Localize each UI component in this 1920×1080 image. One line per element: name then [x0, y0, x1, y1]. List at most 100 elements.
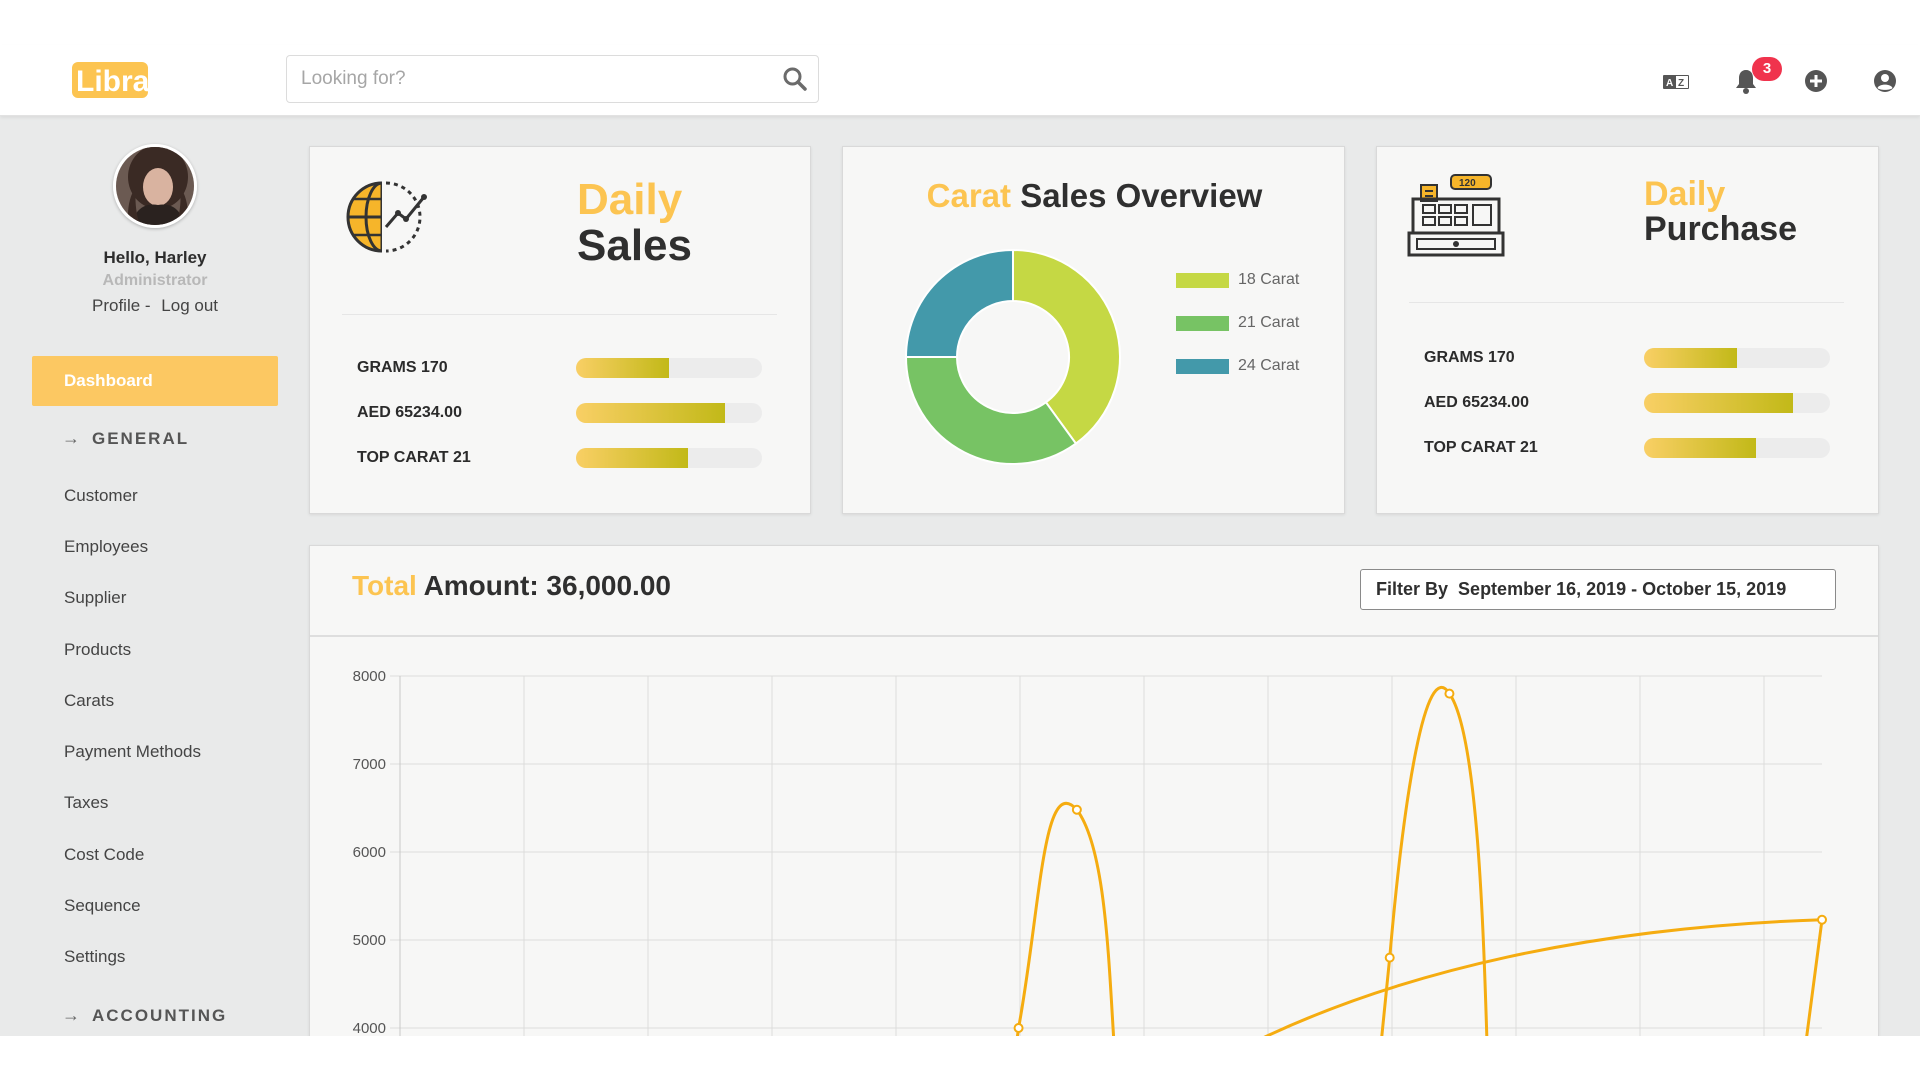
data-point[interactable] [1444, 688, 1455, 699]
purchase-aed-bar-fill [1644, 393, 1793, 413]
date-filter-button[interactable]: Filter By September 16, 2019 - October 1… [1360, 569, 1836, 610]
section-general[interactable]: → GENERAL [62, 428, 189, 449]
total-amount-title: Total Amount: 36,000.00 [352, 570, 671, 602]
search-input[interactable] [301, 56, 771, 102]
user-role: Administrator [102, 272, 208, 289]
sales-aed-bar-fill [576, 403, 725, 423]
carat-overview-card: Carat Sales Overview 18 Carat 21 Carat 2… [842, 146, 1345, 514]
daily-sales-title-highlight: Daily [577, 175, 683, 224]
cash-register-icon: 120 [1407, 174, 1505, 257]
purchase-top-carat-label: TOP CARAT 21 [1424, 439, 1538, 456]
sales-grams-label: GRAMS 170 [357, 359, 448, 376]
svg-text:Z: Z [1678, 78, 1684, 89]
carat-overview-title-rest: Sales Overview [1020, 177, 1263, 214]
purchase-grams-bar-fill [1644, 348, 1737, 368]
y-tick-label: 4000 [353, 1020, 386, 1037]
plus-circle-icon[interactable] [1802, 67, 1830, 95]
sales-aed-bar [576, 403, 762, 423]
total-title-rest: Amount: 36,000.00 [423, 570, 671, 601]
data-point[interactable] [1071, 804, 1082, 815]
data-point[interactable] [1013, 1023, 1024, 1033]
daily-sales-title-rest: Sales [577, 221, 692, 270]
purchase-grams-label: GRAMS 170 [1424, 349, 1515, 366]
total-title-highlight: Total [352, 570, 417, 601]
purchase-grams-bar [1644, 348, 1830, 368]
greeting: Hello, Harley [103, 248, 207, 267]
svg-text:120: 120 [1459, 178, 1476, 189]
sidebar-item-dashboard[interactable]: Dashboard [32, 356, 278, 406]
total-amount-series-line [1379, 685, 1489, 1044]
donut-slice-21-carat[interactable] [904, 356, 1078, 465]
app-root: Libra A Z 3 [0, 0, 1920, 1080]
daily-purchase-title-highlight: Daily [1644, 175, 1726, 213]
sidebar-item-employees[interactable]: Employees [64, 537, 148, 557]
y-tick-label: 5000 [353, 932, 386, 949]
logout-link[interactable]: Log out [161, 296, 218, 315]
sales-top-carat-label: TOP CARAT 21 [357, 449, 471, 466]
total-amount-card: Total Amount: 36,000.00 Filter By Septem… [309, 545, 1879, 1045]
bottom-margin [0, 1036, 1920, 1080]
daily-purchase-title: Daily Purchase [1644, 177, 1797, 247]
purchase-aed-bar [1644, 393, 1830, 413]
y-tick-label: 6000 [353, 844, 386, 861]
global-sales-icon [346, 181, 427, 253]
total-amount-series-line [1014, 801, 1116, 1044]
legend-label-18: 18 Carat [1238, 271, 1300, 288]
avatar-image [116, 147, 194, 225]
purchase-top-carat-bar [1644, 438, 1830, 458]
search-icon[interactable] [782, 66, 808, 92]
sidebar-item-carats[interactable]: Carats [64, 691, 114, 711]
user-circle-icon[interactable] [1871, 67, 1899, 95]
card-divider [342, 314, 777, 315]
sales-grams-bar [576, 358, 762, 378]
daily-purchase-card: 120 Daily Purchase GRAMS 170 AED 65234.0… [1376, 146, 1879, 514]
sales-grams-bar-fill [576, 358, 669, 378]
avatar[interactable] [113, 144, 197, 228]
daily-sales-card: Daily Sales GRAMS 170 AED 65234.00 TOP C… [309, 146, 811, 514]
legend-swatch-21 [1176, 316, 1229, 331]
legend-label-21: 21 Carat [1238, 314, 1300, 331]
section-accounting-label: ACCOUNTING [92, 1006, 228, 1025]
sales-top-carat-bar [576, 448, 762, 468]
legend-swatch-18 [1176, 273, 1229, 288]
daily-sales-title: Daily Sales [577, 177, 692, 269]
sidebar-item-settings[interactable]: Settings [64, 947, 125, 967]
carat-overview-title-highlight: Carat [926, 177, 1012, 214]
filter-range: September 16, 2019 - October 15, 2019 [1458, 579, 1787, 599]
arrow-right-icon: → [62, 1005, 82, 1025]
data-point[interactable] [1384, 952, 1395, 963]
sidebar-item-sequence[interactable]: Sequence [64, 896, 141, 916]
daily-purchase-title-rest: Purchase [1644, 210, 1798, 248]
donut-slice-24-carat[interactable] [904, 248, 1014, 358]
sidebar-item-customer[interactable]: Customer [64, 486, 138, 506]
sidebar-item-supplier[interactable]: Supplier [64, 588, 126, 608]
svg-text:A: A [1666, 78, 1673, 89]
profile-link[interactable]: Profile [92, 296, 140, 315]
sidebar-item-payment-methods[interactable]: Payment Methods [64, 742, 201, 762]
notification-badge: 3 [1752, 57, 1782, 81]
link-separator: - [140, 296, 156, 315]
section-general-label: GENERAL [92, 429, 190, 448]
legend-label-24: 24 Carat [1238, 357, 1300, 374]
sidebar-item-cost-code[interactable]: Cost Code [64, 845, 144, 865]
total-amount-line-chart: 8000 7000 6000 5000 4000 [353, 668, 1827, 1044]
section-accounting[interactable]: → ACCOUNTING [62, 1005, 227, 1026]
logo[interactable]: Libra [70, 59, 150, 101]
logo-text: Libra [76, 65, 150, 98]
translate-icon[interactable]: A Z [1662, 67, 1690, 95]
data-point[interactable] [1817, 914, 1827, 925]
purchase-aed-label: AED 65234.00 [1424, 394, 1529, 411]
sidebar: Hello, Harley Administrator Profile - Lo… [0, 116, 300, 1036]
sales-top-carat-bar-fill [576, 448, 688, 468]
carat-donut-chart [904, 248, 1121, 465]
top-bar: Libra A Z 3 [0, 45, 1920, 116]
y-tick-label: 7000 [353, 756, 386, 773]
y-tick-label: 8000 [353, 668, 386, 685]
carat-overview-title: Carat Sales Overview [843, 177, 1346, 215]
sidebar-item-taxes[interactable]: Taxes [64, 793, 108, 813]
total-amount-series-line [1246, 918, 1824, 1044]
search-box [286, 55, 819, 103]
sales-aed-label: AED 65234.00 [357, 404, 462, 421]
arrow-right-icon: → [62, 428, 82, 448]
sidebar-item-products[interactable]: Products [64, 640, 131, 660]
